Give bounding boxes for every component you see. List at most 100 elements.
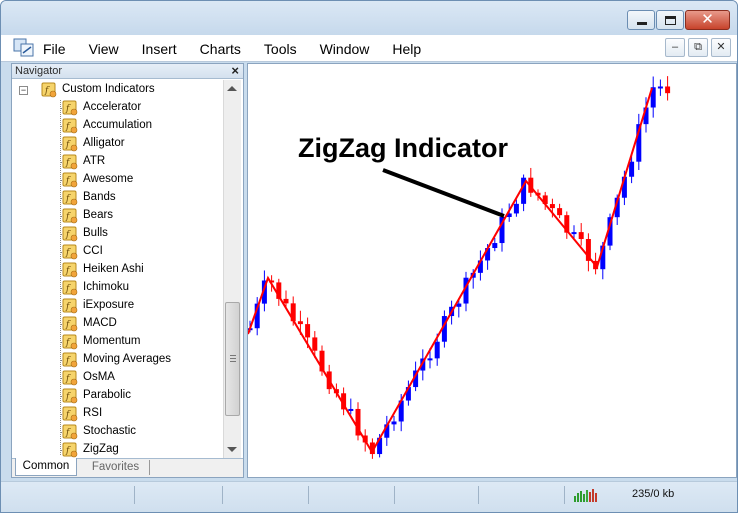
tab-favorites[interactable]: Favorites: [82, 460, 150, 475]
child-window-controls: – ⧉ ✕: [662, 38, 731, 57]
custom-indicator-icon: f: [62, 136, 78, 152]
menu-insert[interactable]: Insert: [142, 41, 177, 57]
custom-indicator-icon: f: [62, 334, 78, 350]
custom-indicator-icon: f: [62, 442, 78, 458]
menu-tools[interactable]: Tools: [264, 41, 297, 57]
indicator-item-accelerator[interactable]: f Accelerator: [12, 99, 223, 117]
menu-help[interactable]: Help: [392, 41, 421, 57]
indicator-item-zigzag[interactable]: f ZigZag: [12, 441, 223, 458]
scroll-up-icon[interactable]: [227, 86, 237, 91]
price-chart: ZigZag Indicator: [248, 76, 671, 459]
indicator-item-bulls[interactable]: f Bulls: [12, 225, 223, 243]
bull-candle: [513, 203, 519, 214]
indicator-item-momentum[interactable]: f Momentum: [12, 333, 223, 351]
bear-candle: [312, 337, 318, 351]
indicator-label: Parabolic: [83, 389, 131, 401]
custom-indicator-icon: f: [62, 388, 78, 404]
title-bar: ✕: [1, 1, 737, 35]
bull-candle: [348, 408, 354, 411]
bull-candle: [391, 421, 397, 425]
status-cell: [309, 486, 395, 504]
indicator-label: ATR: [83, 155, 106, 167]
indicator-label: Stochastic: [83, 425, 137, 437]
child-restore-button[interactable]: ⧉: [688, 38, 708, 57]
chart-window[interactable]: ZigZag Indicator: [247, 63, 737, 478]
bull-candle: [427, 358, 433, 361]
tree-root-label: Custom Indicators: [62, 83, 155, 95]
indicator-item-alligator[interactable]: f Alligator: [12, 135, 223, 153]
bull-candle: [571, 232, 577, 235]
bear-candle: [549, 204, 555, 209]
bear-candle: [283, 298, 289, 304]
custom-indicator-icon: f: [62, 154, 78, 170]
tree-root-custom-indicators[interactable]: − f Custom Indicators: [12, 81, 223, 99]
indicator-item-atr[interactable]: f ATR: [12, 153, 223, 171]
tab-common[interactable]: Common: [15, 458, 77, 476]
bull-candle: [434, 341, 440, 359]
indicator-label: Moving Averages: [83, 353, 172, 365]
custom-indicator-icon: f: [62, 352, 78, 368]
indicator-item-macd[interactable]: f MACD: [12, 315, 223, 333]
indicator-item-stochastic[interactable]: f Stochastic: [12, 423, 223, 441]
connection-traffic-icon[interactable]: [574, 488, 600, 502]
menu-charts[interactable]: Charts: [200, 41, 241, 57]
indicator-label: Bears: [83, 209, 114, 221]
bear-candle: [557, 208, 563, 216]
bear-candle: [297, 321, 303, 325]
custom-indicator-icon: f: [62, 244, 78, 260]
status-cell: [135, 486, 223, 504]
minimize-button[interactable]: [627, 10, 655, 30]
navigator-tree: − f Custom Indicators f Accelerator f Accum…: [12, 80, 223, 458]
indicator-item-cci[interactable]: f CCI: [12, 243, 223, 261]
menu-window[interactable]: Window: [320, 41, 370, 57]
indicator-label: Alligator: [83, 137, 125, 149]
maximize-button[interactable]: [656, 10, 684, 30]
child-close-button[interactable]: ✕: [711, 38, 731, 57]
scroll-down-icon[interactable]: [227, 447, 237, 452]
indicator-item-awesome[interactable]: f Awesome: [12, 171, 223, 189]
annotation-arrow: [382, 168, 505, 218]
close-button[interactable]: ✕: [685, 10, 730, 30]
menu-items: File View Insert Charts Tools Window Hel…: [43, 35, 444, 62]
indicator-item-ichimoku[interactable]: f Ichimoku: [12, 279, 223, 297]
annotation-label: ZigZag Indicator: [298, 133, 508, 163]
menu-file[interactable]: File: [43, 41, 66, 57]
bull-candle: [492, 243, 498, 249]
scroll-thumb[interactable]: [225, 302, 240, 416]
indicator-item-bears[interactable]: f Bears: [12, 207, 223, 225]
indicator-item-iexposure[interactable]: f iExposure: [12, 297, 223, 315]
navigator-title: Navigator: [15, 65, 63, 77]
bear-candle: [665, 86, 671, 94]
navigator-scrollbar[interactable]: [223, 80, 241, 458]
menu-view[interactable]: View: [89, 41, 119, 57]
custom-indicator-icon: f: [62, 172, 78, 188]
child-minimize-button[interactable]: –: [665, 38, 685, 57]
indicator-item-rsi[interactable]: f RSI: [12, 405, 223, 423]
status-cell: [479, 486, 565, 504]
custom-indicator-icon: f: [62, 262, 78, 278]
grip-line: [230, 355, 236, 356]
custom-indicator-icon: f: [62, 190, 78, 206]
indicator-item-accumulation[interactable]: f Accumulation: [12, 117, 223, 135]
navigator-tabs: Common Favorites: [12, 458, 243, 477]
navigator-panel: Navigator × − f Custom Indicators f Accel…: [11, 63, 244, 478]
app-icon: [13, 38, 34, 57]
indicator-label: Bands: [83, 191, 116, 203]
grip-line: [230, 358, 236, 359]
custom-indicator-icon: f: [62, 280, 78, 296]
status-cell: [1, 486, 135, 504]
indicator-item-bands[interactable]: f Bands: [12, 189, 223, 207]
custom-indicator-icon: f: [62, 118, 78, 134]
indicator-label: MACD: [83, 317, 117, 329]
indicator-label: Accumulation: [83, 119, 153, 131]
indicator-item-moving-averages[interactable]: f Moving Averages: [12, 351, 223, 369]
collapse-toggle[interactable]: −: [19, 86, 28, 95]
indicator-item-osma[interactable]: f OsMA: [12, 369, 223, 387]
indicator-item-heiken-ashi[interactable]: f Heiken Ashi: [12, 261, 223, 279]
maximize-icon: [665, 16, 676, 25]
close-icon: ✕: [701, 11, 714, 28]
indicator-item-parabolic[interactable]: f Parabolic: [12, 387, 223, 405]
indicator-label: Awesome: [83, 173, 134, 185]
navigator-close-button[interactable]: ×: [231, 63, 239, 78]
custom-indicator-icon: f: [62, 100, 78, 116]
